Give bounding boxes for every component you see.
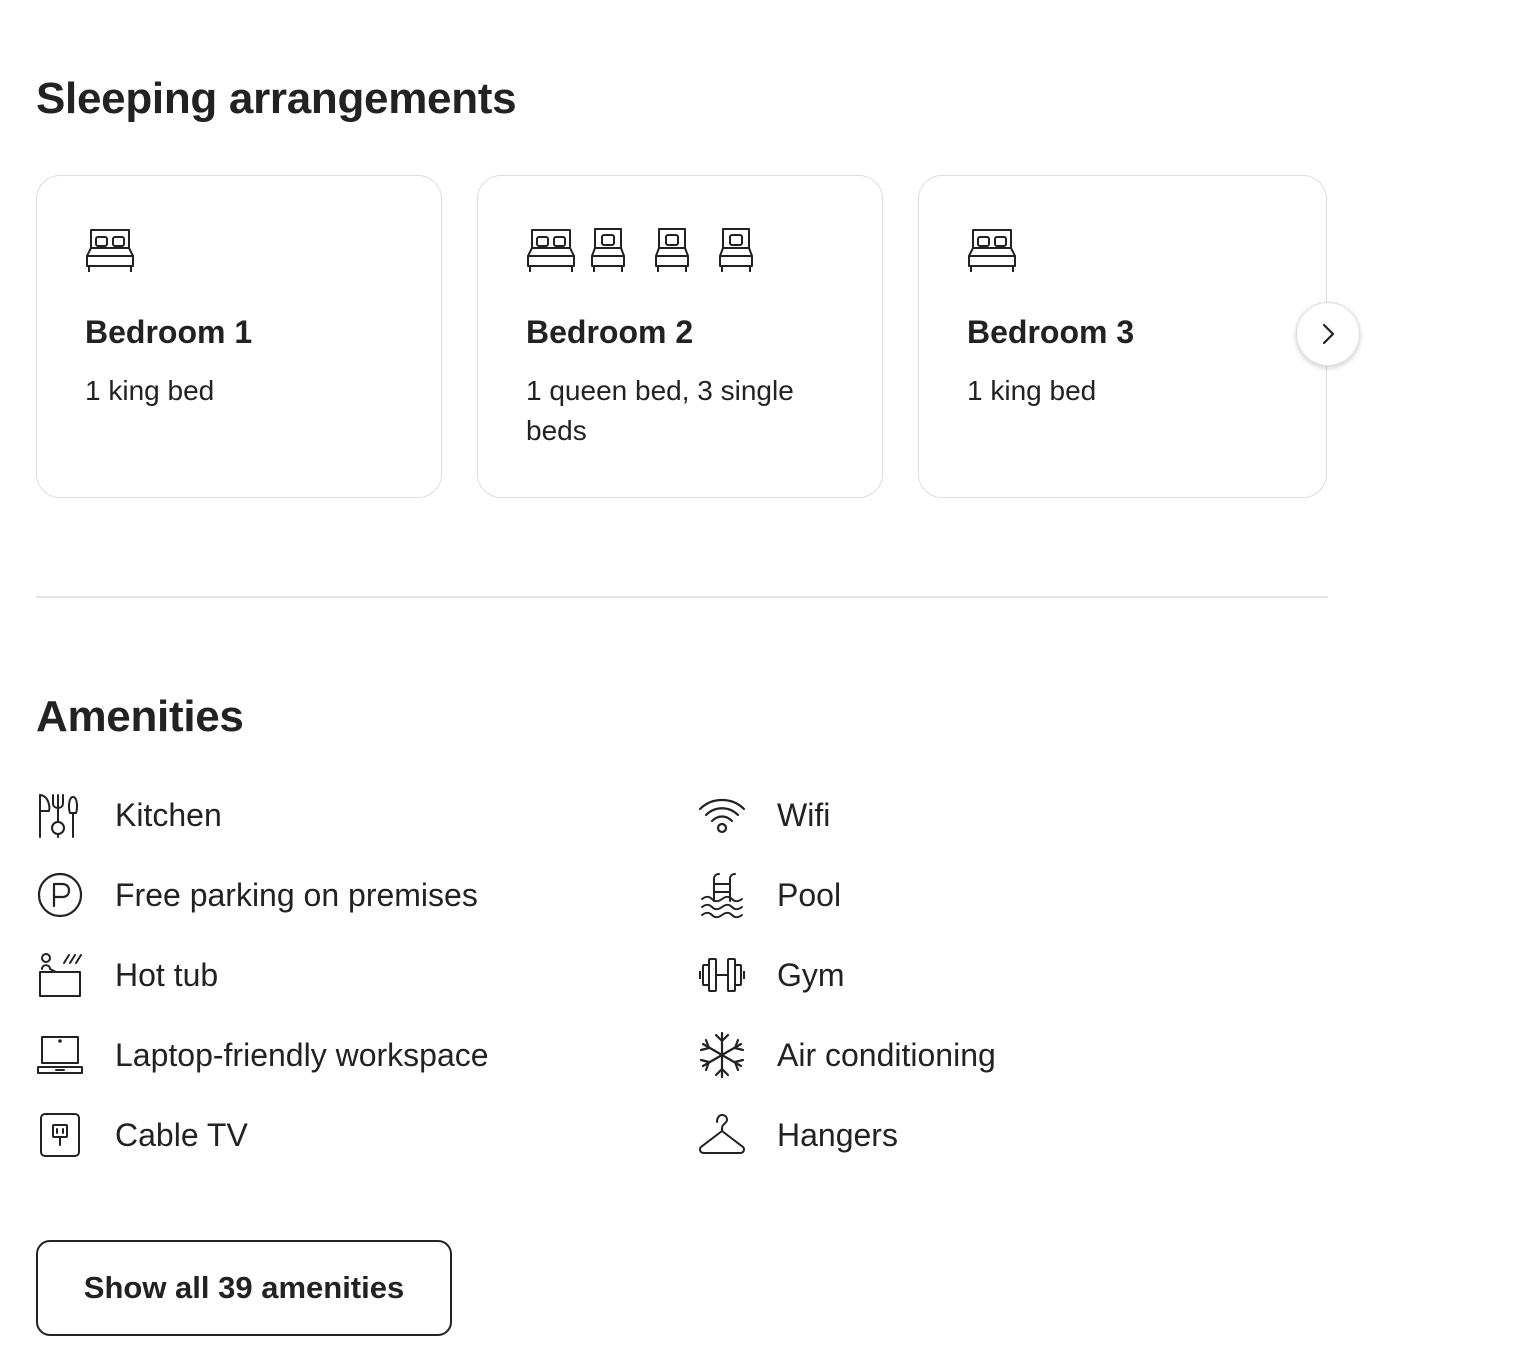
amenity-label: Hangers [777, 1116, 898, 1153]
bedroom-name: Bedroom 3 [967, 314, 1135, 350]
double-bed-icon [86, 229, 134, 272]
bedroom-name: Bedroom 2 [526, 314, 694, 350]
section-divider [36, 596, 1328, 598]
show-all-amenities-button[interactable]: Show all 39 amenities [36, 1240, 452, 1336]
double-bed-icon [527, 229, 575, 272]
sleeping-arrangements-title: Sleeping arrangements [36, 74, 517, 123]
amenity-wifi: Wifi [698, 785, 830, 845]
bedroom-card-2: Bedroom 2 1 queen bed, 3 single beds [477, 175, 883, 498]
gym-icon [698, 951, 746, 999]
amenity-pool: Pool [698, 865, 841, 925]
snowflake-icon [698, 1031, 746, 1079]
bed-icons [967, 224, 1017, 274]
amenities-title: Amenities [36, 692, 244, 741]
carousel-next-button[interactable] [1296, 302, 1360, 366]
amenity-gym: Gym [698, 945, 845, 1005]
amenity-label: Hot tub [115, 956, 219, 993]
bed-description: 1 king bed [85, 375, 215, 406]
bedroom-card-1: Bedroom 1 1 king bed [36, 175, 442, 498]
amenity-label: Cable TV [115, 1116, 248, 1153]
single-bed-icon [719, 228, 753, 272]
hanger-icon [698, 1111, 746, 1159]
amenity-label: Wifi [777, 796, 831, 833]
single-bed-icon [591, 228, 625, 272]
bedroom-name: Bedroom 1 [85, 314, 253, 350]
amenity-label: Gym [777, 956, 845, 993]
amenity-label: Pool [777, 876, 842, 913]
amenity-air-conditioning: Air conditioning [698, 1025, 996, 1085]
parking-icon [36, 871, 84, 919]
hot-tub-icon [36, 951, 84, 999]
amenity-laptop-workspace: Laptop-friendly workspace [36, 1025, 489, 1085]
amenity-label: Free parking on premises [115, 876, 478, 913]
kitchen-icon [36, 791, 84, 839]
bedroom-card-3: Bedroom 3 1 king bed [918, 175, 1327, 498]
bed-description: 1 queen bed, 3 single beds [526, 375, 794, 446]
amenity-kitchen: Kitchen [36, 785, 222, 845]
bed-icons [526, 224, 754, 274]
pool-icon [698, 871, 746, 919]
amenity-label: Air conditioning [777, 1036, 996, 1073]
amenity-cable-tv: Cable TV [36, 1105, 248, 1165]
listing-details: Sleeping arrangements Bedroom 1 1 king b… [0, 0, 1534, 1370]
amenity-hot-tub: Hot tub [36, 945, 218, 1005]
single-bed-icon [655, 228, 689, 272]
amenity-hangers: Hangers [698, 1105, 898, 1165]
chevron-right-icon [1322, 323, 1335, 345]
tv-icon [36, 1111, 84, 1159]
bed-icons [85, 224, 135, 274]
amenity-label: Laptop-friendly workspace [115, 1036, 489, 1073]
amenity-parking: Free parking on premises [36, 865, 478, 925]
wifi-icon [698, 791, 746, 839]
laptop-icon [36, 1031, 84, 1079]
bed-description: 1 king bed [967, 375, 1097, 406]
amenity-label: Kitchen [115, 796, 222, 833]
double-bed-icon [968, 229, 1016, 272]
